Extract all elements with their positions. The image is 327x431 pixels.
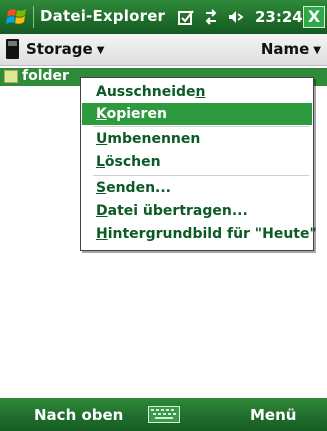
dropdown-caret-icon: ▼ [313, 45, 321, 56]
menu-divider [93, 126, 309, 127]
softkey-left-nach-oben[interactable]: Nach oben [34, 406, 123, 424]
menu-item-datei-uebertragen[interactable]: Datei übertragen... [82, 200, 312, 222]
menu-divider [93, 175, 309, 176]
sort-dropdown[interactable]: Name ▼ [261, 40, 321, 58]
softkey-bar: Nach oben Menü [0, 398, 327, 431]
menu-item-hintergrundbild[interactable]: Hintergrundbild für "Heute" [82, 223, 317, 245]
menu-item-senden[interactable]: Senden... [82, 177, 312, 199]
sort-label: Name [260, 40, 310, 58]
menu-item-kopieren[interactable]: Kopieren [82, 103, 312, 125]
location-label: Storage [26, 40, 93, 58]
title-separator [33, 6, 34, 28]
file-name: folder [22, 68, 69, 84]
menu-item-ausschneiden[interactable]: Ausschneiden [82, 81, 312, 103]
windows-flag-icon[interactable] [6, 6, 28, 28]
context-menu: Ausschneiden Kopieren Umbenennen Löschen… [80, 77, 317, 251]
softkey-right-menu[interactable]: Menü [250, 406, 296, 424]
close-button[interactable]: X [303, 6, 325, 28]
menu-item-loeschen[interactable]: Löschen [82, 151, 312, 173]
menu-item-umbenennen[interactable]: Umbenennen [82, 128, 312, 150]
clock[interactable]: 23:24 [255, 8, 303, 26]
dropdown-caret-icon: ▼ [96, 45, 105, 56]
location-bar: Storage ▼ Name ▼ [0, 34, 327, 66]
storage-card-icon [6, 39, 19, 59]
checkbox-status-icon[interactable] [178, 9, 194, 25]
location-dropdown[interactable]: Storage ▼ [26, 40, 104, 58]
app-title: Datei-Explorer [40, 7, 166, 25]
title-bar: Datei-Explorer 23:24 X [0, 0, 327, 34]
folder-icon [4, 70, 18, 83]
volume-icon[interactable] [228, 9, 244, 25]
connectivity-icon[interactable] [203, 9, 219, 25]
keyboard-icon[interactable] [148, 406, 180, 423]
